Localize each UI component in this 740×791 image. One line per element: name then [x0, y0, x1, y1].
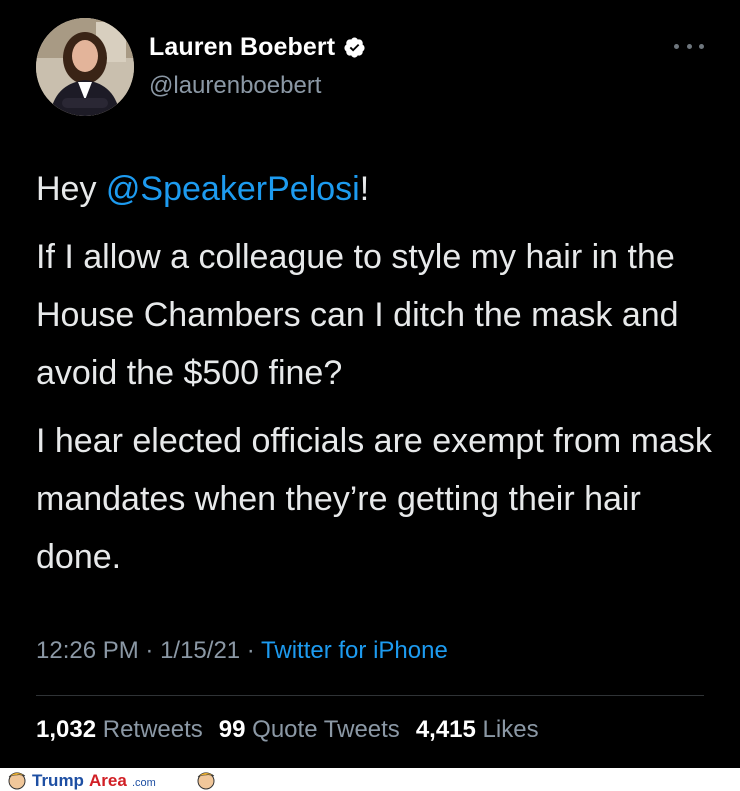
- tweet-source-link[interactable]: Twitter for iPhone: [261, 637, 448, 664]
- tweet-time[interactable]: 12:26 PM: [36, 637, 139, 664]
- trumparea-logo: Trump Area .com: [8, 771, 156, 790]
- more-dot: [699, 43, 704, 49]
- quotes-label: Quote Tweets: [252, 716, 400, 743]
- retweets-stat[interactable]: 1,032 Retweets: [36, 716, 203, 744]
- greeting-suffix: !: [359, 170, 370, 208]
- likes-stat[interactable]: 4,415 Likes: [416, 716, 539, 744]
- likes-count: 4,415: [415, 716, 476, 743]
- author-name-row: Lauren Boebert: [149, 33, 366, 62]
- greeting-prefix: Hey: [36, 170, 106, 208]
- tweet-paragraph-1: Hey @SpeakerPelosi!: [36, 160, 716, 218]
- svg-text:Trump: Trump: [32, 771, 84, 790]
- mention-link[interactable]: @SpeakerPelosi: [106, 170, 360, 208]
- watermark-bar: Trump Area .com: [0, 768, 740, 791]
- author-display-name[interactable]: Lauren Boebert: [149, 33, 335, 62]
- quotes-count: 99: [218, 716, 246, 743]
- author-avatar[interactable]: [36, 18, 134, 116]
- meta-separator: ·: [138, 637, 161, 664]
- svg-text:.com: .com: [132, 777, 156, 789]
- more-horizontal-icon[interactable]: [674, 38, 704, 54]
- tweet-text: Hey @SpeakerPelosi! If I allow a colleag…: [36, 160, 716, 586]
- tweet-card: Lauren Boebert @laurenboebert Hey @Speak…: [0, 0, 740, 768]
- trump-face-icon: [197, 772, 215, 790]
- tweet-paragraph-2: If I allow a colleague to style my hair …: [36, 238, 679, 392]
- tweet-meta: 12:26 PM · 1/15/21 · Twitter for iPhone: [36, 637, 448, 665]
- more-dot: [686, 43, 692, 49]
- more-dot: [674, 43, 679, 49]
- tweet-date[interactable]: 1/15/21: [160, 637, 240, 664]
- divider: [36, 695, 704, 696]
- avatar-image: [36, 18, 134, 116]
- tweet-paragraph-3: I hear elected officials are exempt from…: [36, 422, 712, 576]
- svg-text:Area: Area: [89, 771, 127, 790]
- verified-badge-icon: [344, 37, 365, 58]
- retweets-label: Retweets: [102, 716, 203, 743]
- meta-separator: ·: [240, 637, 262, 664]
- retweets-count: 1,032: [36, 716, 97, 743]
- quote-tweets-stat[interactable]: 99 Quote Tweets: [219, 716, 400, 744]
- likes-label: Likes: [482, 716, 539, 743]
- tweet-stats: 1,032 Retweets 99 Quote Tweets 4,415 Lik…: [36, 716, 539, 744]
- author-handle[interactable]: @laurenboebert: [149, 72, 321, 100]
